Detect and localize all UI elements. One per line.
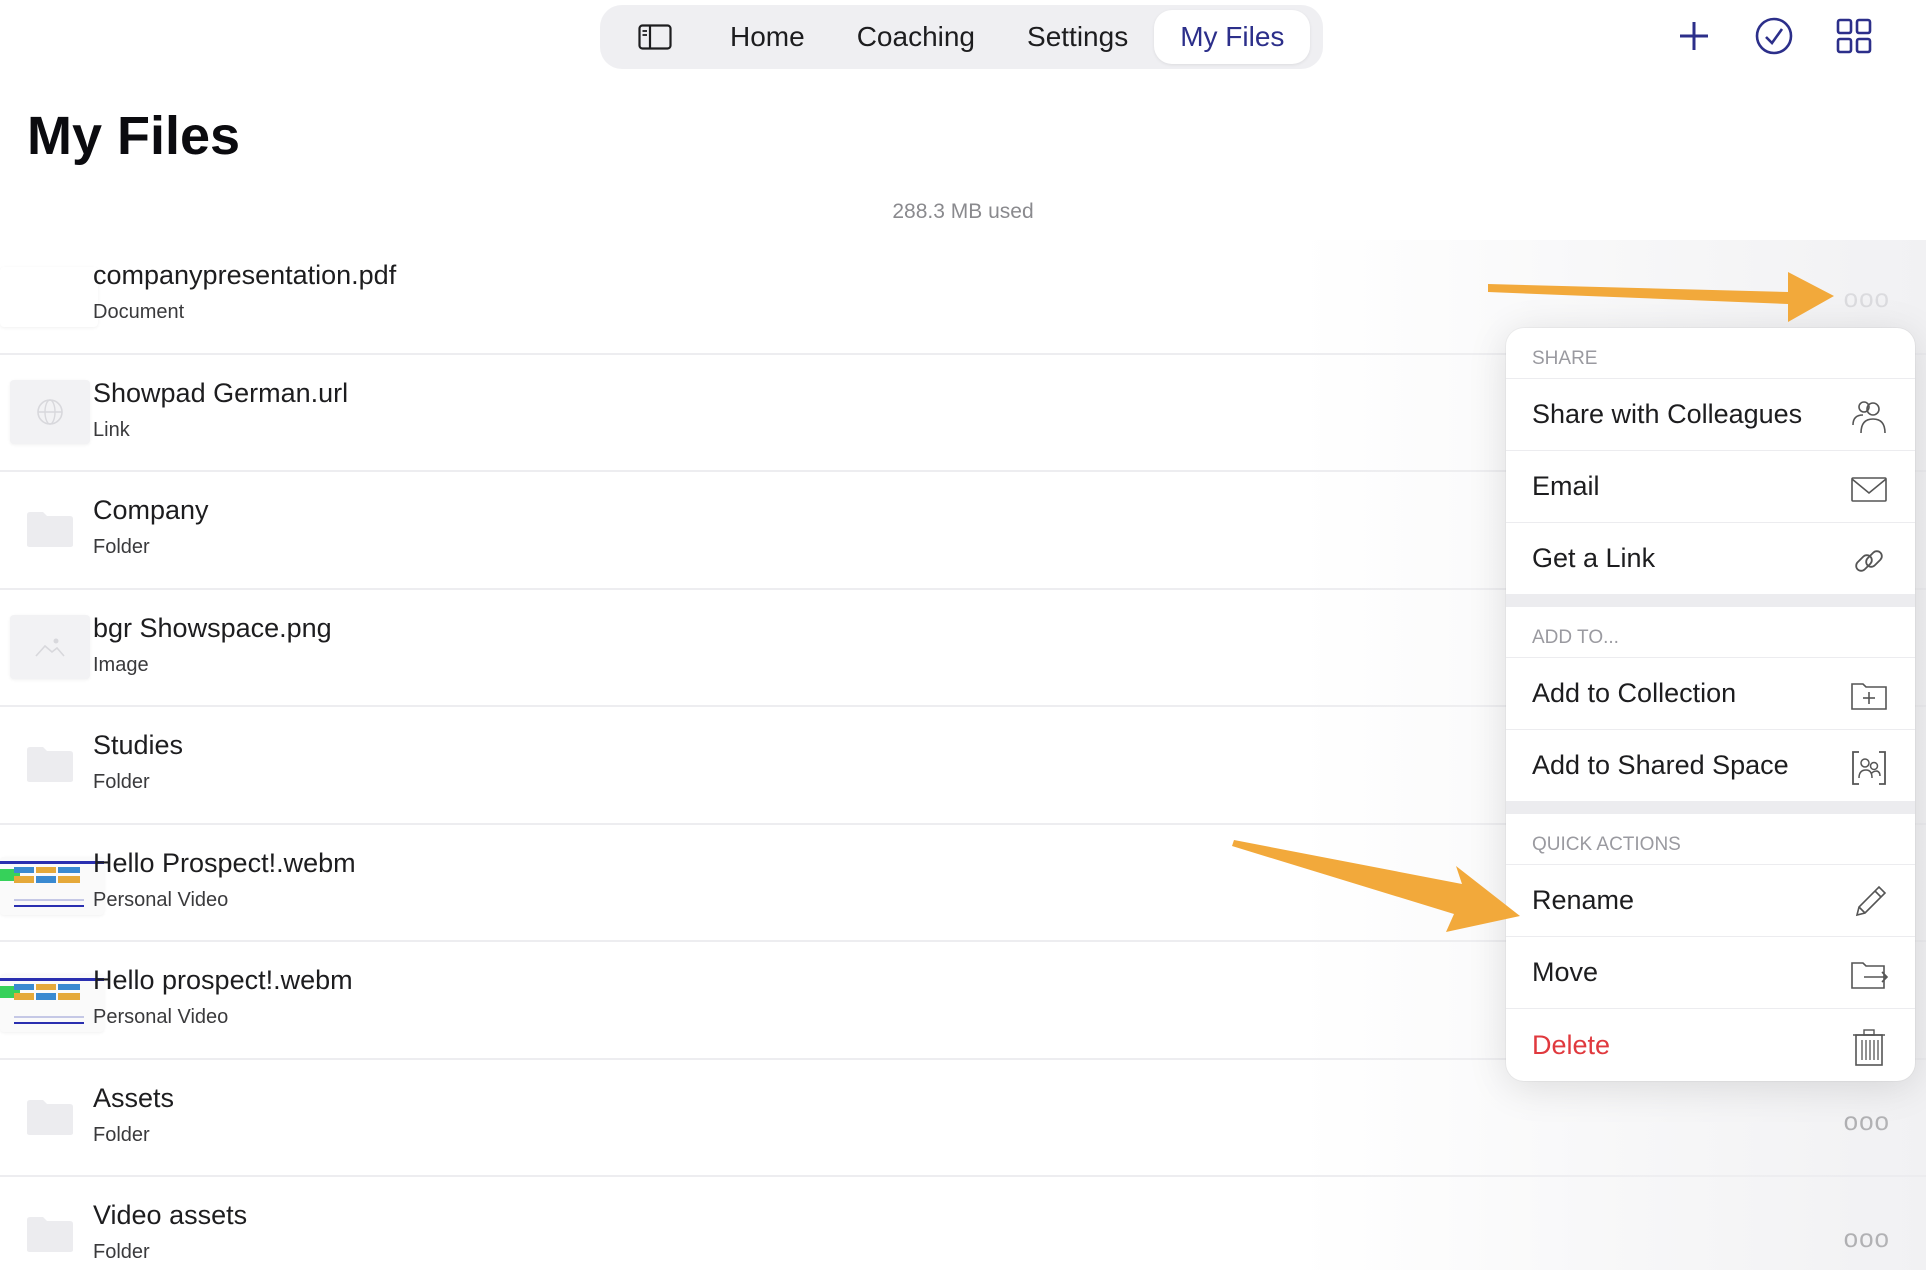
sidebar-icon	[638, 24, 672, 50]
my-files-screen: Home Coaching Settings My Files My Files…	[0, 0, 1926, 1270]
folder-icon	[26, 508, 74, 550]
top-actions	[1670, 12, 1878, 60]
tab-coaching[interactable]: Coaching	[831, 10, 1001, 64]
file-type: Folder	[93, 771, 150, 793]
menu-section-quick-actions: QUICK ACTIONS	[1506, 814, 1915, 865]
folder-add-icon	[1851, 683, 1887, 710]
file-name: companypresentation.pdf	[93, 260, 397, 290]
globe-icon	[37, 398, 63, 425]
video-thumbnail	[0, 974, 104, 1032]
link-icon	[1855, 550, 1883, 572]
file-name: Studies	[93, 730, 184, 760]
file-type: Folder	[93, 536, 150, 558]
folder-move-icon	[1851, 962, 1889, 989]
page-title: My Files	[27, 106, 241, 166]
file-name: Hello prospect!.webm	[93, 965, 353, 995]
checkmark-circle-icon	[1755, 17, 1793, 55]
menu-section-add-to: ADD TO...	[1506, 607, 1915, 658]
more-options-button[interactable]: ooo	[1844, 1223, 1890, 1254]
share-with-colleagues-item[interactable]: Share with Colleagues	[1506, 379, 1915, 451]
file-name: Video assets	[93, 1200, 248, 1230]
file-name: Company	[93, 495, 209, 525]
storage-used-label: 288.3 MB used	[892, 200, 1034, 223]
more-options-button[interactable]: ooo	[1844, 1106, 1890, 1137]
image-thumbnail	[10, 614, 90, 679]
move-item[interactable]: Move	[1506, 937, 1915, 1009]
tab-home[interactable]: Home	[704, 10, 831, 64]
link-thumbnail	[10, 379, 90, 444]
file-type: Folder	[93, 1241, 150, 1263]
top-nav: Home Coaching Settings My Files	[600, 5, 1323, 69]
file-name: Assets	[93, 1082, 175, 1113]
shared-space-icon	[1852, 751, 1886, 785]
select-button[interactable]	[1750, 12, 1798, 60]
folder-icon	[26, 1213, 74, 1255]
pencil-icon	[1855, 885, 1887, 917]
video-thumbnail	[0, 856, 104, 915]
menu-item-label: Email	[1532, 471, 1600, 501]
file-row[interactable]: Video assets Folder ooo	[0, 1177, 1926, 1270]
tab-settings[interactable]: Settings	[1001, 10, 1154, 64]
add-to-collection-item[interactable]: Add to Collection	[1506, 658, 1915, 730]
file-type: Personal Video	[93, 888, 229, 911]
file-name: Showpad German.url	[93, 377, 349, 408]
trash-icon	[1853, 1029, 1885, 1066]
menu-item-label: Rename	[1532, 885, 1635, 915]
menu-item-label: Share with Colleagues	[1532, 399, 1803, 429]
delete-item[interactable]: Delete	[1506, 1009, 1915, 1081]
add-to-shared-space-item[interactable]: Add to Shared Space	[1506, 730, 1915, 802]
annotation-arrow-to-more-button	[1488, 272, 1834, 322]
file-type: Personal Video	[93, 1006, 229, 1028]
menu-item-label: Get a Link	[1532, 543, 1656, 573]
grid-icon	[1836, 18, 1872, 54]
folder-icon	[26, 1096, 74, 1138]
file-type: Image	[93, 653, 149, 676]
menu-item-label: Delete	[1532, 1029, 1611, 1060]
rename-item[interactable]: Rename	[1506, 865, 1915, 937]
image-icon	[35, 638, 65, 657]
add-button[interactable]	[1670, 12, 1718, 60]
menu-divider	[1506, 595, 1915, 607]
grid-view-button[interactable]	[1830, 12, 1878, 60]
annotation-arrow-to-rename	[1232, 840, 1520, 932]
file-name: bgr Showspace.png	[93, 612, 332, 643]
tab-my-files[interactable]: My Files	[1154, 10, 1311, 64]
file-context-menu: SHARE Share with Colleagues Email Get a …	[1506, 328, 1915, 1081]
folder-icon	[26, 743, 74, 785]
plus-icon	[1680, 22, 1708, 50]
file-type: Folder	[93, 1123, 150, 1146]
get-a-link-item[interactable]: Get a Link	[1506, 523, 1915, 595]
file-type: Document	[93, 301, 185, 323]
envelope-icon	[1851, 477, 1887, 502]
file-type: Link	[93, 418, 130, 441]
file-name: Hello Prospect!.webm	[93, 847, 356, 878]
menu-item-label: Move	[1532, 957, 1599, 987]
email-item[interactable]: Email	[1506, 451, 1915, 523]
more-options-button[interactable]: ooo	[1844, 283, 1890, 314]
menu-item-label: Add to Collection	[1532, 678, 1737, 708]
pdf-thumbnail	[0, 267, 98, 327]
menu-section-share: SHARE	[1506, 328, 1915, 379]
menu-item-label: Add to Shared Space	[1532, 750, 1789, 780]
colleagues-icon	[1852, 401, 1886, 434]
sidebar-toggle-button[interactable]	[606, 10, 704, 64]
menu-divider	[1506, 802, 1915, 814]
